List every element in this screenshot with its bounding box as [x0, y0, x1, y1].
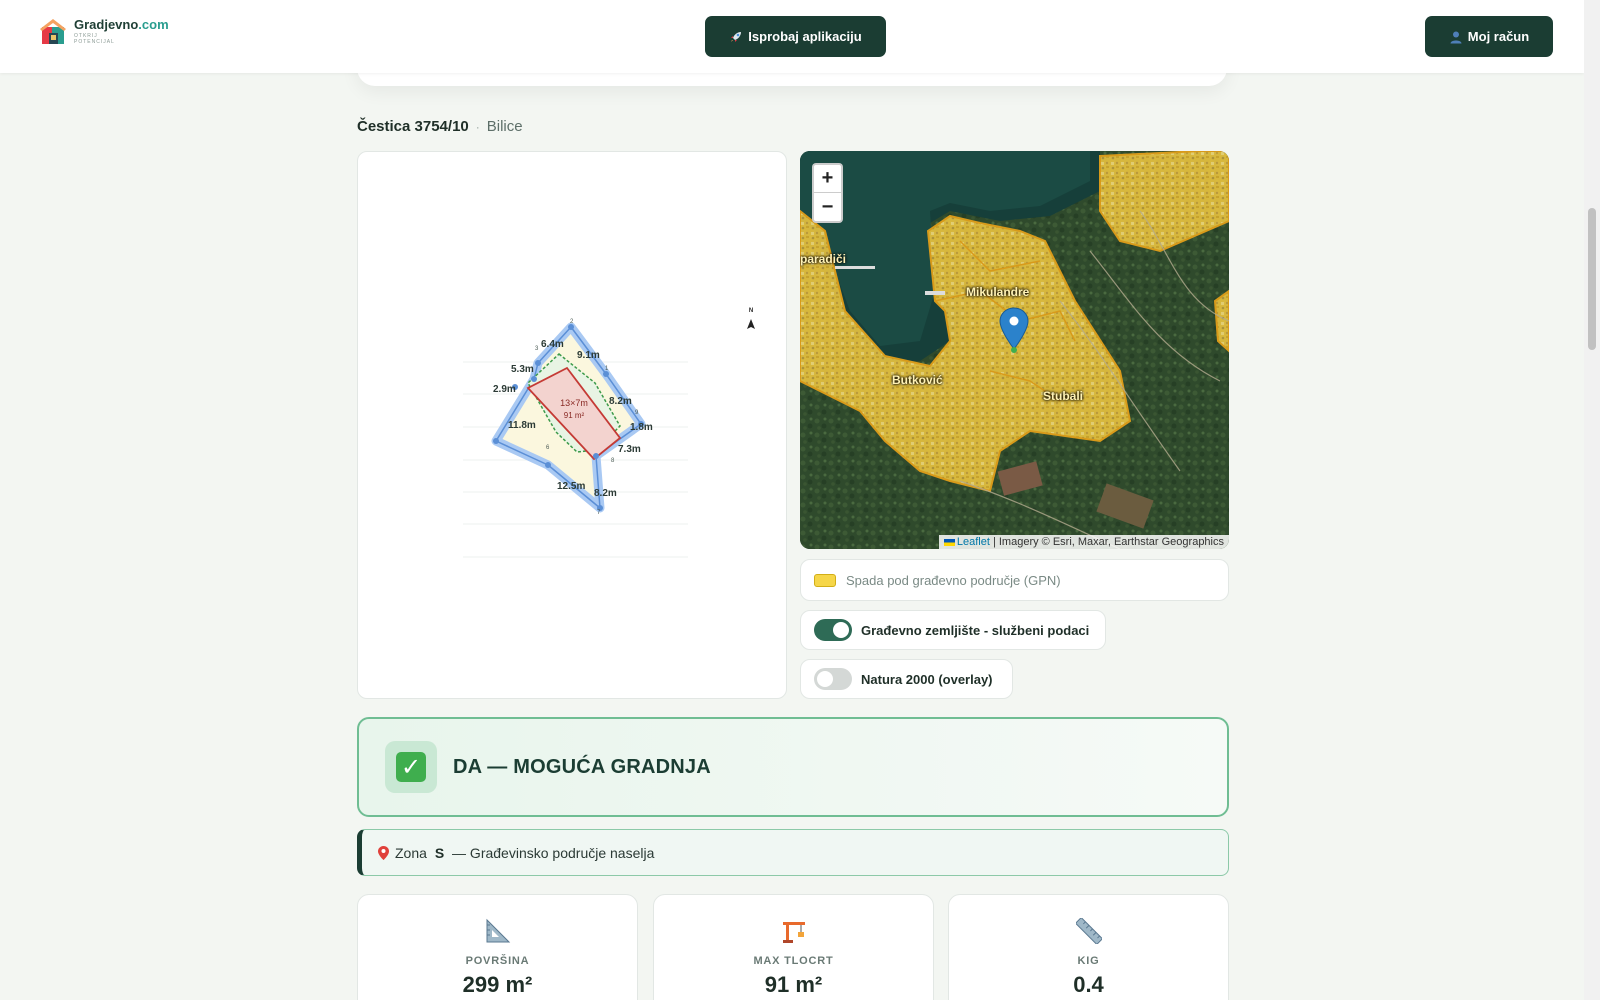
stat-card-area: POVRŠINA 299 m²	[357, 894, 638, 1000]
map-label-paradici: paradiči	[800, 252, 847, 266]
natura-2000-toggle[interactable]: Natura 2000 (overlay)	[800, 659, 1013, 699]
map-tiles	[800, 151, 1229, 549]
ruler-icon	[1074, 916, 1103, 946]
edge-label-5-3m: 5.3m	[511, 364, 534, 375]
zone-prefix: Zona	[395, 844, 427, 861]
user-icon	[1450, 31, 1462, 43]
triangle-ruler-icon	[486, 918, 510, 943]
stat-label-max-footprint: MAX TLOCRT	[753, 955, 834, 967]
verdict-icon-box: ✓	[385, 741, 437, 793]
leaflet-link[interactable]: Leaflet	[957, 536, 990, 548]
logo-name: Gradjevno.com	[74, 17, 169, 32]
natura-2000-label: Natura 2000 (overlay)	[861, 671, 993, 687]
north-arrow-icon	[747, 319, 755, 329]
map-label-butkovic: Butković	[892, 373, 943, 387]
satellite-map[interactable]: + − paradiči Mikulandre Butković Stubali…	[800, 151, 1229, 549]
logo[interactable]: Gradjevno.com OTKRIJ POTENCIJAL	[40, 18, 169, 46]
stat-card-max-footprint: MAX TLOCRT 91 m²	[653, 894, 934, 1000]
gpn-legend: Spada pod građevno područje (GPN)	[800, 559, 1229, 601]
gpn-legend-label: Spada pod građevno područje (GPN)	[846, 572, 1061, 588]
stat-label-area: POVRŠINA	[465, 955, 530, 967]
edge-label-1-8m: 1.8m	[630, 422, 653, 433]
switch-knob	[833, 622, 849, 638]
pin-icon	[378, 845, 389, 860]
stat-value-max-footprint: 91 m²	[764, 972, 823, 997]
edge-label-11-8m: 11.8m	[508, 420, 536, 431]
zone-code: S	[434, 844, 445, 861]
zoom-out-button[interactable]: −	[814, 193, 841, 221]
try-app-label: Isprobaj aplikaciju	[748, 29, 862, 44]
parcel-sketch: 13×7m 91 m² 2 3 1 9 6 8 7 6.4m 9.1m 5.3m…	[463, 308, 755, 558]
edge-label-8-2m-top: 8.2m	[609, 396, 632, 407]
logo-tagline: OTKRIJ POTENCIJAL	[74, 33, 115, 45]
edge-label-2-9m: 2.9m	[493, 384, 516, 395]
parcel-id: Čestica 3754/10	[357, 118, 469, 135]
parcel-place: Bilice	[486, 118, 523, 135]
vertex-label-8: 8	[611, 458, 615, 464]
zoom-in-button[interactable]: +	[814, 165, 841, 193]
verdict-text: DA — MOGUĆA GRADNJA	[453, 755, 711, 778]
building-verdict-banner: ✓ DA — MOGUĆA GRADNJA	[357, 717, 1229, 817]
check-mark-icon: ✓	[396, 752, 426, 782]
zone-description: — Građevinsko područje naselja	[452, 844, 655, 861]
switch-knob	[817, 671, 833, 687]
stat-value-kig: 0.4	[1073, 972, 1104, 997]
building-dims: 13×7m	[560, 398, 588, 408]
north-label: N	[749, 308, 753, 314]
parcel-sketch-card: 13×7m 91 m² 2 3 1 9 6 8 7 6.4m 9.1m 5.3m…	[357, 151, 787, 699]
edge-label-8-2m-bottom: 8.2m	[594, 488, 617, 499]
try-app-button[interactable]: Isprobaj aplikaciju	[705, 16, 886, 57]
my-account-label: Moj račun	[1467, 29, 1530, 44]
building-area: 91 m²	[564, 411, 585, 420]
title-separator: ·	[475, 119, 480, 134]
crane-icon	[782, 922, 805, 943]
edge-label-7-3m: 7.3m	[618, 444, 641, 455]
stat-value-area: 299 m²	[462, 972, 533, 997]
top-bar: Gradjevno.com OTKRIJ POTENCIJAL Isprobaj…	[0, 0, 1584, 73]
map-attribution: Leaflet | Imagery © Esri, Maxar, Earthst…	[938, 535, 1229, 549]
official-data-toggle[interactable]: Građevno zemljište - službeni podaci	[800, 610, 1106, 650]
map-label-stubali: Stubali	[1043, 389, 1084, 403]
zone-info: Zona S — Građevinsko područje naselja	[357, 829, 1229, 876]
gpn-swatch	[814, 573, 836, 587]
my-account-button[interactable]: Moj račun	[1425, 16, 1553, 57]
rocket-icon	[731, 31, 742, 42]
edge-label-12-5m: 12.5m	[557, 481, 585, 492]
stat-label-kig: KIG	[1077, 955, 1100, 967]
map-label-mikulandre: Mikulandre	[966, 285, 1030, 299]
house-logo-icon	[40, 19, 66, 44]
natura-2000-switch[interactable]	[814, 668, 852, 690]
edge-label-6-4m: 6.4m	[541, 339, 564, 350]
stat-card-kig: KIG 0.4	[948, 894, 1229, 1000]
vertex-label-3: 3	[535, 346, 539, 352]
parcel-title: Čestica 3754/10 · Bilice	[357, 118, 523, 135]
official-data-label: Građevno zemljište - službeni podaci	[861, 622, 1090, 638]
scrollbar-thumb[interactable]	[1588, 208, 1596, 350]
official-data-switch[interactable]	[814, 619, 852, 641]
attribution-text: | Imagery © Esri, Maxar, Earthstar Geogr…	[992, 536, 1224, 548]
zoom-control: + −	[812, 163, 843, 223]
edge-label-9-1m: 9.1m	[577, 350, 600, 361]
page-scrollbar[interactable]	[1584, 0, 1600, 1000]
ukraine-flag-icon	[943, 538, 955, 546]
